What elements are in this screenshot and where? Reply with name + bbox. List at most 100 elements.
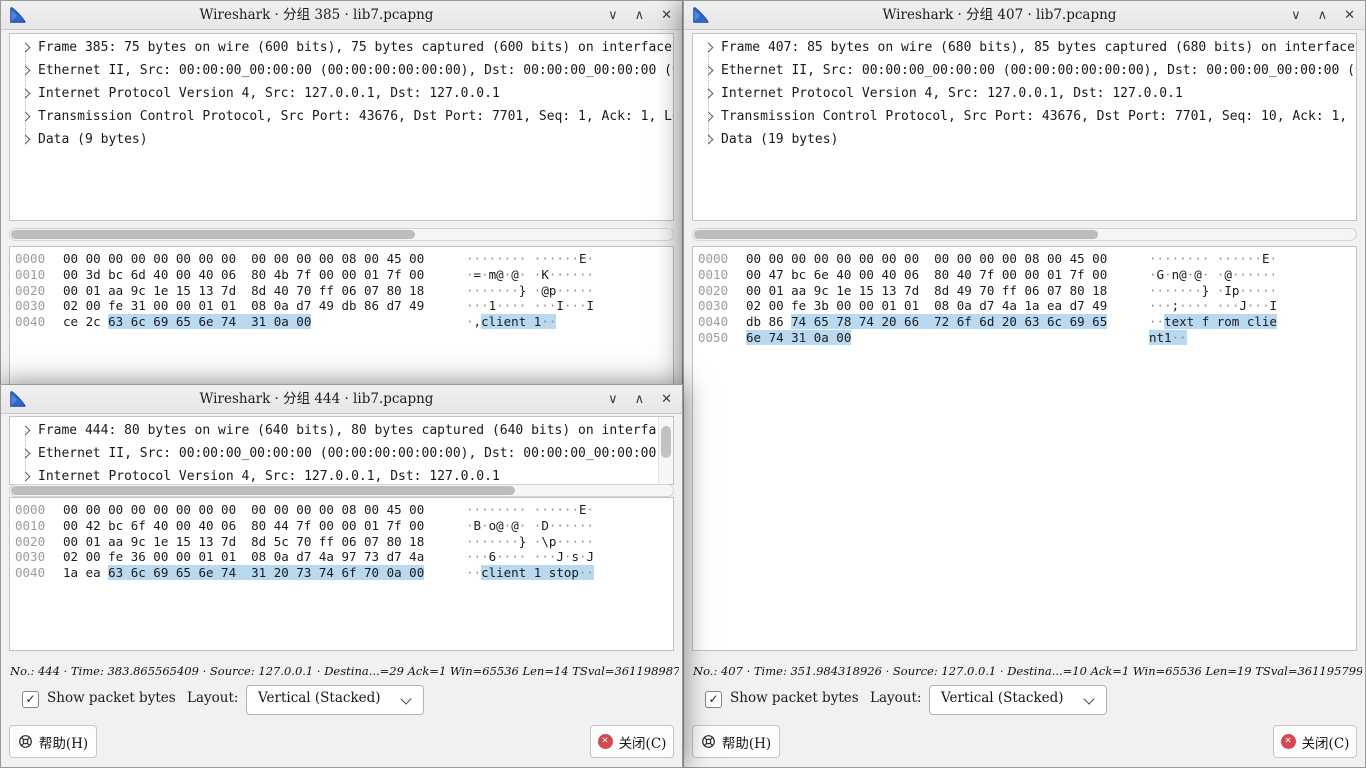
close-button[interactable]: ✕ 关闭(C): [1273, 725, 1357, 758]
hex-dump-pane[interactable]: 000000 00 00 00 00 00 00 00 00 00 00 00 …: [692, 246, 1357, 651]
expander-icon[interactable]: [21, 426, 31, 436]
ascii-bytes[interactable]: ·,client 1··: [466, 314, 556, 330]
ascii-bytes[interactable]: ·=·m@·@· ·K······: [466, 267, 594, 283]
hex-row[interactable]: 002000 01 aa 9c 1e 15 13 7d 8d 5c 70 ff …: [15, 534, 673, 550]
show-packet-bytes-checkbox[interactable]: ✓: [705, 691, 722, 708]
maximize-icon[interactable]: ∧: [635, 392, 645, 407]
horizontal-scrollbar[interactable]: [9, 484, 674, 497]
hex-dump-pane[interactable]: 000000 00 00 00 00 00 00 00 00 00 00 00 …: [9, 246, 674, 385]
tree-row[interactable]: Data (19 bytes): [693, 128, 1356, 151]
titlebar[interactable]: Wireshark · 分组 385 · lib7.pcapng ∨ ∧ ✕: [1, 1, 682, 30]
tree-row[interactable]: Ethernet II, Src: 00:00:00_00:00:00 (00:…: [693, 59, 1356, 82]
hex-row[interactable]: 002000 01 aa 9c 1e 15 13 7d 8d 49 70 ff …: [698, 283, 1356, 299]
hex-row[interactable]: 001000 3d bc 6d 40 00 40 06 80 4b 7f 00 …: [15, 267, 673, 283]
hex-bytes[interactable]: 1a ea 63 6c 69 65 6e 74 31 20 73 74 6f 7…: [63, 565, 424, 581]
hex-bytes[interactable]: 02 00 fe 31 00 00 01 01 08 0a d7 49 db 8…: [63, 298, 424, 314]
expander-icon[interactable]: [21, 135, 31, 145]
tree-row[interactable]: Internet Protocol Version 4, Src: 127.0.…: [693, 82, 1356, 105]
tree-row[interactable]: Data (9 bytes): [10, 128, 673, 151]
hex-row[interactable]: 00506e 74 31 0a 00nt1··: [698, 330, 1356, 346]
packet-detail-tree[interactable]: Frame 444: 80 bytes on wire (640 bits), …: [9, 416, 674, 485]
hex-bytes[interactable]: 00 00 00 00 00 00 00 00 00 00 00 00 08 0…: [63, 502, 424, 518]
hex-bytes[interactable]: 00 01 aa 9c 1e 15 13 7d 8d 5c 70 ff 06 0…: [63, 534, 424, 550]
tree-row[interactable]: Frame 407: 85 bytes on wire (680 bits), …: [693, 36, 1356, 59]
layout-dropdown[interactable]: Vertical (Stacked): [246, 685, 424, 715]
ascii-bytes[interactable]: ·······} ·Ip·····: [1149, 283, 1277, 299]
tree-row[interactable]: Frame 444: 80 bytes on wire (640 bits), …: [10, 419, 673, 442]
hex-row[interactable]: 0040db 86 74 65 78 74 20 66 72 6f 6d 20 …: [698, 314, 1356, 330]
maximize-icon[interactable]: ∧: [635, 8, 645, 23]
hex-dump-pane[interactable]: 000000 00 00 00 00 00 00 00 00 00 00 00 …: [9, 497, 674, 651]
ascii-bytes[interactable]: ········ ······E·: [466, 251, 594, 267]
expander-icon[interactable]: [704, 112, 714, 122]
ascii-bytes[interactable]: ·B·o@·@· ·D······: [466, 518, 594, 534]
show-packet-bytes-checkbox[interactable]: ✓: [22, 691, 39, 708]
hex-row[interactable]: 001000 47 bc 6e 40 00 40 06 80 40 7f 00 …: [698, 267, 1356, 283]
maximize-icon[interactable]: ∧: [1318, 8, 1328, 23]
expander-icon[interactable]: [21, 66, 31, 76]
layout-dropdown[interactable]: Vertical (Stacked): [929, 685, 1107, 715]
hex-bytes[interactable]: 02 00 fe 36 00 00 01 01 08 0a d7 4a 97 7…: [63, 549, 424, 565]
tree-row[interactable]: Internet Protocol Version 4, Src: 127.0.…: [10, 82, 673, 105]
hex-row[interactable]: 003002 00 fe 3b 00 00 01 01 08 0a d7 4a …: [698, 298, 1356, 314]
hex-row[interactable]: 001000 42 bc 6f 40 00 40 06 80 44 7f 00 …: [15, 518, 673, 534]
hex-bytes[interactable]: 02 00 fe 3b 00 00 01 01 08 0a d7 4a 1a e…: [746, 298, 1107, 314]
scrollbar-thumb[interactable]: [661, 426, 671, 458]
tree-row[interactable]: Ethernet II, Src: 00:00:00_00:00:00 (00:…: [10, 59, 673, 82]
close-icon[interactable]: ✕: [1344, 8, 1355, 23]
hex-bytes[interactable]: 00 47 bc 6e 40 00 40 06 80 40 7f 00 00 0…: [746, 267, 1107, 283]
tree-row[interactable]: Ethernet II, Src: 00:00:00_00:00:00 (00:…: [10, 442, 673, 465]
horizontal-scrollbar[interactable]: [9, 228, 674, 241]
hex-row[interactable]: 003002 00 fe 36 00 00 01 01 08 0a d7 4a …: [15, 549, 673, 565]
minimize-icon[interactable]: ∨: [608, 392, 618, 407]
hex-row[interactable]: 00401a ea 63 6c 69 65 6e 74 31 20 73 74 …: [15, 565, 673, 581]
hex-bytes[interactable]: ce 2c 63 6c 69 65 6e 74 31 0a 00: [63, 314, 311, 330]
expander-icon[interactable]: [21, 449, 31, 459]
hex-row[interactable]: 000000 00 00 00 00 00 00 00 00 00 00 00 …: [15, 502, 673, 518]
expander-icon[interactable]: [704, 135, 714, 145]
close-icon[interactable]: ✕: [661, 8, 672, 23]
minimize-icon[interactable]: ∨: [1291, 8, 1301, 23]
ascii-bytes[interactable]: ··text f rom clie: [1149, 314, 1277, 330]
packet-detail-tree[interactable]: Frame 407: 85 bytes on wire (680 bits), …: [692, 33, 1357, 221]
titlebar[interactable]: Wireshark · 分组 407 · lib7.pcapng ∨ ∧ ✕: [684, 1, 1365, 30]
hex-bytes[interactable]: 00 00 00 00 00 00 00 00 00 00 00 00 08 0…: [63, 251, 424, 267]
hex-row[interactable]: 0040ce 2c 63 6c 69 65 6e 74 31 0a 00·,cl…: [15, 314, 673, 330]
tree-row[interactable]: Frame 385: 75 bytes on wire (600 bits), …: [10, 36, 673, 59]
tree-row[interactable]: Internet Protocol Version 4, Src: 127.0.…: [10, 465, 673, 485]
help-button[interactable]: 帮助(H): [9, 725, 97, 758]
ascii-bytes[interactable]: ···6···· ···J·s·J: [466, 549, 594, 565]
expander-icon[interactable]: [21, 112, 31, 122]
ascii-bytes[interactable]: ···;···· ···J···I: [1149, 298, 1277, 314]
ascii-bytes[interactable]: ········ ······E·: [466, 502, 594, 518]
expander-icon[interactable]: [21, 89, 31, 99]
help-button[interactable]: 帮助(H): [692, 725, 780, 758]
expander-icon[interactable]: [704, 43, 714, 53]
titlebar[interactable]: Wireshark · 分组 444 · lib7.pcapng ∨ ∧ ✕: [1, 385, 682, 414]
scrollbar-thumb[interactable]: [694, 230, 1098, 239]
horizontal-scrollbar[interactable]: [692, 228, 1357, 241]
hex-bytes[interactable]: 00 3d bc 6d 40 00 40 06 80 4b 7f 00 00 0…: [63, 267, 424, 283]
hex-bytes[interactable]: 00 01 aa 9c 1e 15 13 7d 8d 40 70 ff 06 0…: [63, 283, 424, 299]
tree-row[interactable]: Transmission Control Protocol, Src Port:…: [693, 105, 1356, 128]
scrollbar-thumb[interactable]: [11, 230, 415, 239]
expander-icon[interactable]: [21, 43, 31, 53]
ascii-bytes[interactable]: ·G·n@·@· ·@······: [1149, 267, 1277, 283]
show-packet-bytes-label[interactable]: Show packet bytes: [730, 690, 859, 706]
tree-row[interactable]: Transmission Control Protocol, Src Port:…: [10, 105, 673, 128]
close-icon[interactable]: ✕: [661, 392, 672, 407]
hex-bytes[interactable]: 00 00 00 00 00 00 00 00 00 00 00 00 08 0…: [746, 251, 1107, 267]
minimize-icon[interactable]: ∨: [608, 8, 618, 23]
hex-row[interactable]: 003002 00 fe 31 00 00 01 01 08 0a d7 49 …: [15, 298, 673, 314]
hex-bytes[interactable]: 00 42 bc 6f 40 00 40 06 80 44 7f 00 00 0…: [63, 518, 424, 534]
packet-detail-tree[interactable]: Frame 385: 75 bytes on wire (600 bits), …: [9, 33, 674, 221]
hex-row[interactable]: 000000 00 00 00 00 00 00 00 00 00 00 00 …: [15, 251, 673, 267]
ascii-bytes[interactable]: ·······} ·\p·····: [466, 534, 594, 550]
hex-bytes[interactable]: 6e 74 31 0a 00: [746, 330, 851, 346]
show-packet-bytes-label[interactable]: Show packet bytes: [47, 690, 176, 706]
ascii-bytes[interactable]: ·······} ·@p·····: [466, 283, 594, 299]
ascii-bytes[interactable]: ··client 1 stop··: [466, 565, 594, 581]
ascii-bytes[interactable]: ········ ······E·: [1149, 251, 1277, 267]
expander-icon[interactable]: [704, 66, 714, 76]
expander-icon[interactable]: [21, 472, 31, 482]
